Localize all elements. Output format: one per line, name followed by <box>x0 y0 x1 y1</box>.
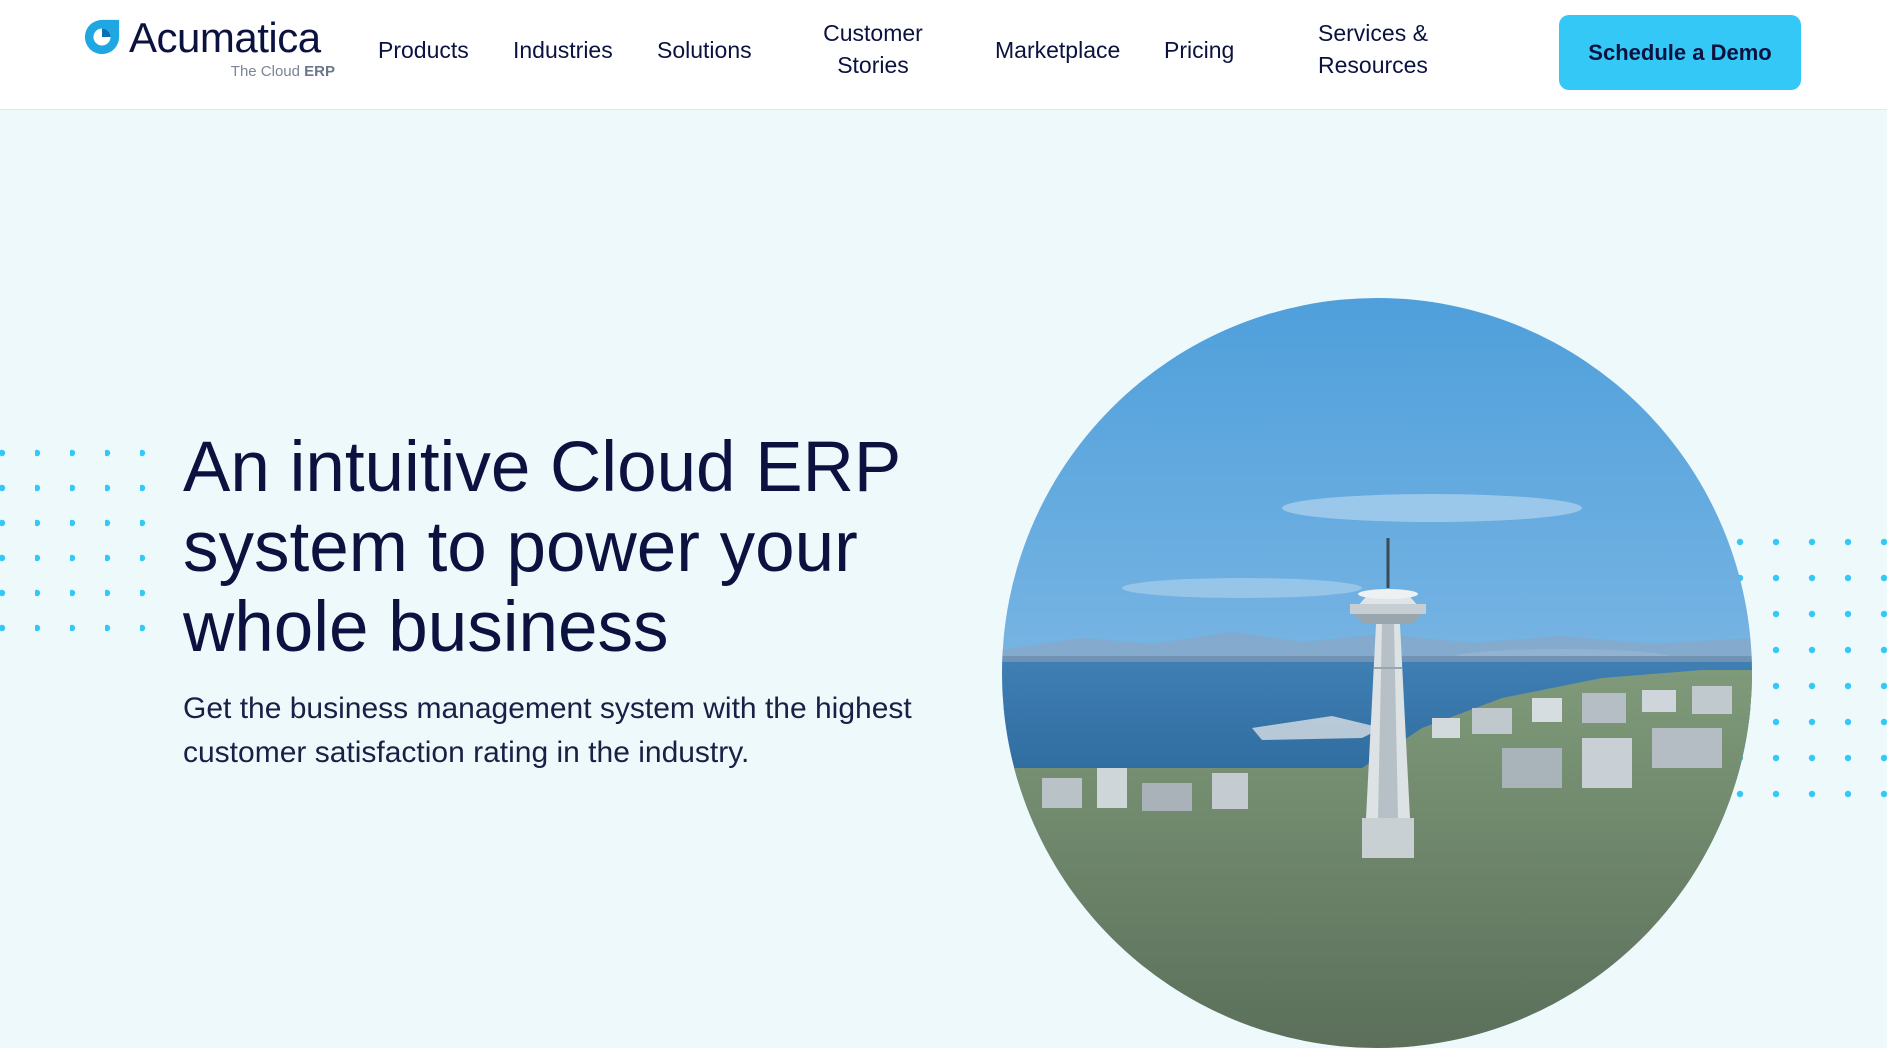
nav-services-line1: Services & <box>1318 20 1428 46</box>
space-needle-illustration <box>1002 298 1752 1048</box>
tagline-erp: ERP <box>304 63 335 80</box>
right-dot-pattern <box>1730 532 1887 798</box>
nav-products[interactable]: Products <box>378 34 469 66</box>
hero-subtitle-line2: customer satisfaction rating in the indu… <box>183 736 750 769</box>
nav-solutions[interactable]: Solutions <box>657 34 752 66</box>
site-header: Acumatica The Cloud ERP Products Industr… <box>0 0 1887 110</box>
brand-name: Acumatica <box>129 14 321 61</box>
tagline-prefix: The Cloud <box>230 63 305 80</box>
brand-tagline: The Cloud ERP <box>231 63 335 80</box>
acumatica-logo[interactable]: Acumatica The Cloud ERP <box>83 14 335 84</box>
hero-title-line2: system to power your <box>183 508 858 587</box>
hero-title: An intuitive Cloud ERP system to power y… <box>183 428 943 668</box>
nav-industries[interactable]: Industries <box>513 34 613 66</box>
nav-services-resources[interactable]: Services & Resources <box>1318 17 1428 81</box>
hero-title-line1: An intuitive Cloud ERP <box>183 428 902 507</box>
hero-subtitle-line1: Get the business management system with … <box>183 692 912 725</box>
schedule-demo-button[interactable]: Schedule a Demo <box>1559 15 1801 90</box>
nav-marketplace[interactable]: Marketplace <box>995 34 1120 66</box>
nav-pricing[interactable]: Pricing <box>1164 34 1234 66</box>
acumatica-logo-icon <box>84 19 120 55</box>
hero-title-line3: whole business <box>183 588 669 667</box>
nav-services-line2: Resources <box>1318 52 1428 78</box>
hero-subtitle: Get the business management system with … <box>183 687 983 775</box>
nav-customer-stories[interactable]: Customer Stories <box>815 17 931 81</box>
hero-image-space-needle <box>1002 298 1752 1048</box>
nav-customer-stories-line2: Stories <box>837 52 909 78</box>
left-dot-pattern <box>0 448 150 638</box>
nav-customer-stories-line1: Customer <box>823 20 923 46</box>
